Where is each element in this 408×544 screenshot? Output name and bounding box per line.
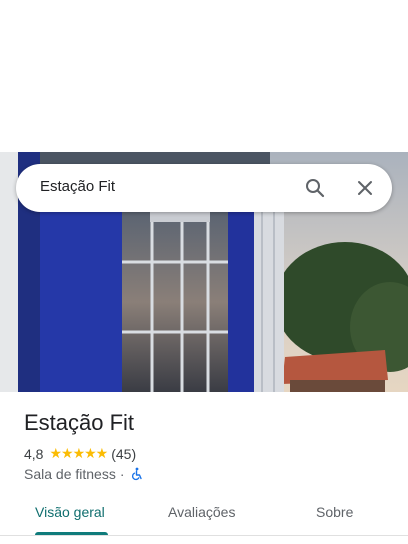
search-icon[interactable] (303, 176, 327, 200)
search-input[interactable]: Estação Fit (40, 178, 115, 195)
rating-stars: ★★★★★ (49, 445, 108, 461)
place-category: Sala de fitness (24, 466, 116, 482)
category-row: Sala de fitness · (24, 466, 143, 482)
review-count[interactable]: (45) (111, 446, 136, 462)
tab-reviews[interactable]: Avaliações (168, 504, 235, 520)
search-bar[interactable]: Estação Fit (16, 164, 392, 212)
rating-row[interactable]: 4,8 ★★★★★ (45) (24, 445, 136, 462)
close-icon[interactable] (353, 176, 377, 200)
place-title: Estação Fit (24, 410, 135, 435)
tab-overview[interactable]: Visão geral (35, 504, 105, 520)
place-details: Estação Fit 4,8 ★★★★★ (45) Sala de fitne… (0, 392, 408, 544)
tab-about[interactable]: Sobre (316, 504, 353, 520)
separator: · (119, 466, 125, 482)
wheelchair-accessible-icon (129, 467, 143, 481)
tab-divider (0, 535, 408, 536)
rating-value: 4,8 (24, 445, 44, 462)
